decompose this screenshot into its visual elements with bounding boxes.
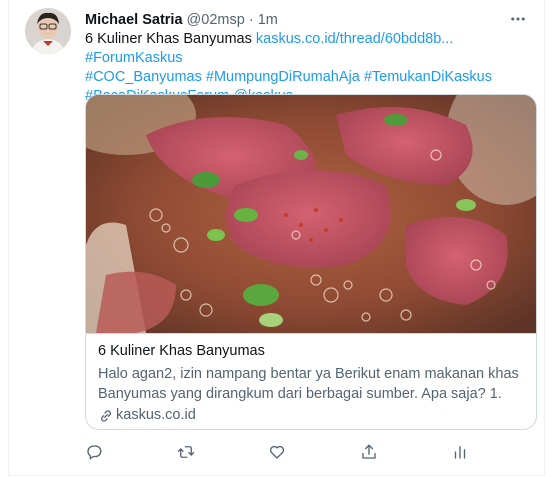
like-icon[interactable]	[260, 438, 294, 466]
more-horizontal-icon[interactable]	[506, 8, 530, 30]
link-preview-card[interactable]: 6 Kuliner Khas Banyumas Halo agan2, izin…	[85, 94, 537, 430]
tweet-time[interactable]: 1m	[258, 12, 278, 28]
card-domain: kaskus.co.id	[116, 407, 196, 423]
tweet-text-intro: 6 Kuliner Khas Banyumas	[85, 31, 256, 47]
share-icon[interactable]	[352, 438, 386, 466]
hashtags-line-2[interactable]: #COC_Banyumas #MumpungDiRumahAja #Temuka…	[85, 68, 529, 87]
card-title: 6 Kuliner Khas Banyumas	[98, 343, 265, 359]
card-domain-row: kaskus.co.id	[98, 406, 526, 425]
tweet-link[interactable]: kaskus.co.id/thread/60bdd8b...	[256, 31, 454, 47]
analytics-icon[interactable]	[443, 438, 477, 466]
avatar[interactable]	[25, 8, 71, 54]
tweet[interactable]: Michael Satria @02msp · 1m 6 Kuliner Kha…	[8, 0, 545, 476]
tweet-header: Michael Satria @02msp · 1m	[85, 10, 530, 30]
card-description: Halo agan2, izin nampang bentar ya Berik…	[98, 366, 519, 402]
author-name[interactable]: Michael Satria	[85, 12, 183, 28]
separator-dot: ·	[248, 12, 254, 28]
card-image[interactable]	[86, 95, 536, 333]
hashtag-forumkaskus[interactable]: #ForumKaskus	[85, 50, 183, 66]
author-handle[interactable]: @02msp	[187, 12, 245, 28]
reply-icon[interactable]	[77, 438, 111, 466]
retweet-icon[interactable]	[169, 438, 203, 466]
card-text[interactable]: 6 Kuliner Khas Banyumas Halo agan2, izin…	[86, 333, 536, 429]
link-icon	[98, 408, 114, 424]
tweet-actions	[77, 438, 477, 466]
